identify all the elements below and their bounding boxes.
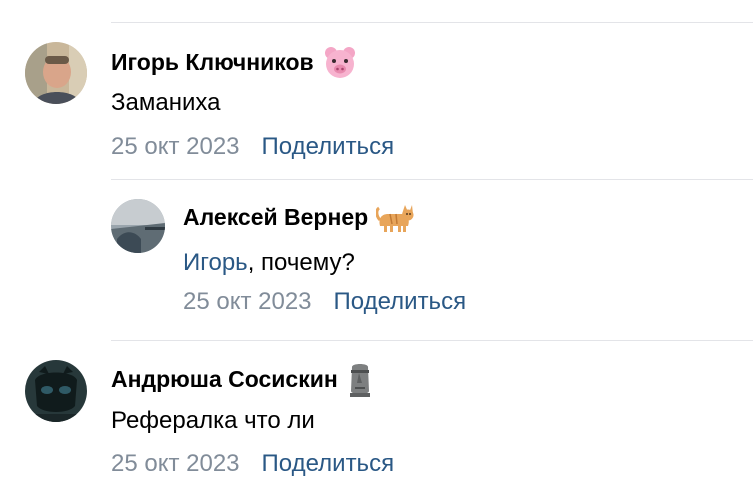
- comment-date[interactable]: 25 окт 2023: [183, 288, 312, 316]
- share-link[interactable]: Поделиться: [334, 288, 467, 316]
- pig-face-icon: [322, 44, 358, 80]
- comment-date[interactable]: 25 окт 2023: [111, 133, 240, 161]
- comment-text-body: , почему?: [247, 249, 355, 276]
- comment-text: Заманиха: [111, 89, 221, 116]
- comment-date[interactable]: 25 окт 2023: [111, 450, 240, 478]
- avatar[interactable]: [111, 199, 165, 253]
- mention-link[interactable]: Игорь: [183, 249, 248, 276]
- comment-meta: 25 окт 2023 Поделиться: [183, 288, 466, 316]
- avatar[interactable]: [25, 360, 87, 422]
- cat-icon: [375, 200, 414, 234]
- divider: [111, 179, 753, 180]
- share-link[interactable]: Поделиться: [262, 133, 395, 161]
- moai-icon: [346, 361, 374, 397]
- divider: [111, 340, 753, 341]
- comment-meta: 25 окт 2023 Поделиться: [111, 450, 394, 478]
- author-row: Игорь Ключников: [111, 44, 358, 80]
- author-name[interactable]: Алексей Вернер: [183, 204, 368, 231]
- avatar[interactable]: [25, 42, 87, 104]
- author-name[interactable]: Андрюша Сосискин: [111, 366, 338, 393]
- divider-top: [111, 22, 753, 23]
- author-row: Алексей Вернер: [183, 200, 414, 234]
- author-row: Андрюша Сосискин: [111, 361, 374, 397]
- comment-text: Рефералка что ли: [111, 407, 315, 434]
- share-link[interactable]: Поделиться: [262, 450, 395, 478]
- author-name[interactable]: Игорь Ключников: [111, 49, 314, 76]
- comment-meta: 25 окт 2023 Поделиться: [111, 133, 394, 161]
- comment-text: Игорь, почему?: [183, 249, 355, 277]
